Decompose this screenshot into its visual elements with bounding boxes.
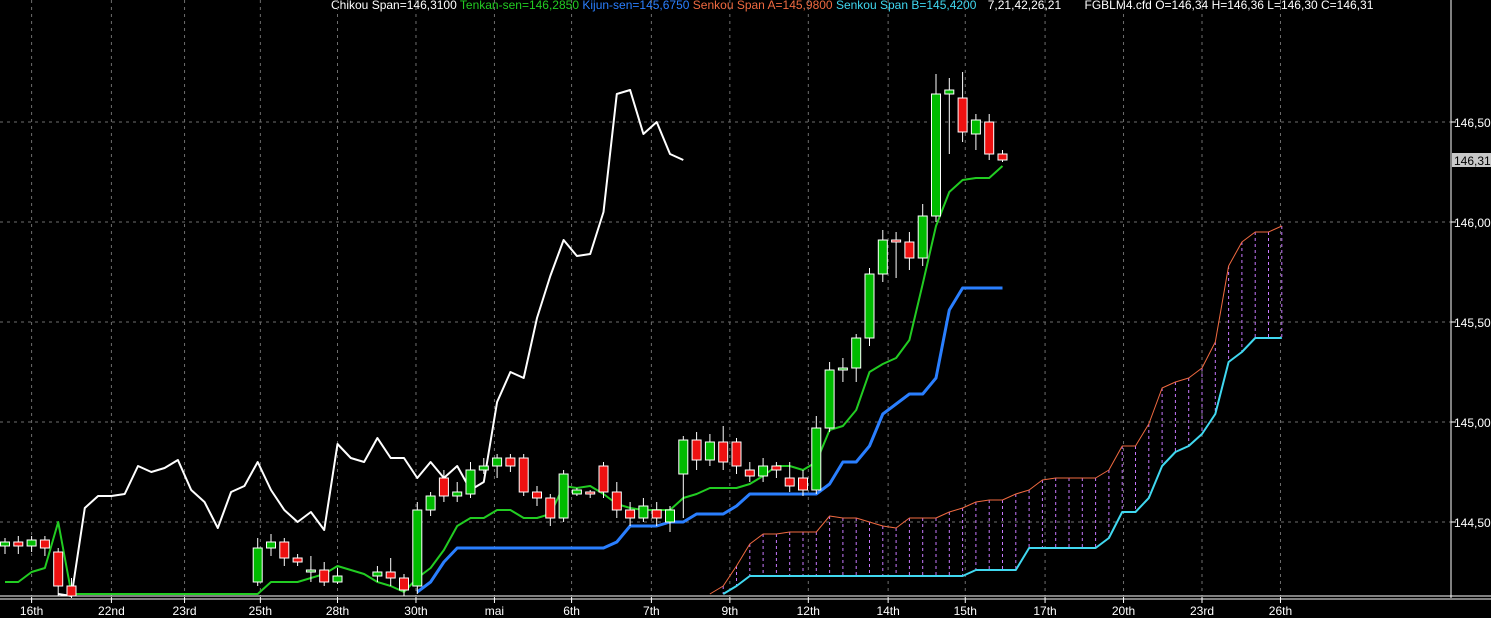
candle-up (372, 571, 383, 577)
x-tick-label: 16th (20, 604, 43, 618)
candle-up (665, 509, 675, 523)
x-tick-label: 30th (404, 604, 427, 618)
x-tick-label: 17th (1033, 604, 1056, 618)
candle-down (545, 497, 556, 519)
x-tick-label: 6th (563, 604, 580, 618)
candle-up (678, 439, 689, 475)
candle-down (731, 441, 742, 467)
x-tick-label: 28th (326, 604, 349, 618)
candle-down (279, 541, 290, 559)
x-tick-label: 20th (1112, 604, 1135, 618)
y-tick-label: 146,50 (1454, 116, 1491, 130)
candle-down (611, 491, 622, 511)
candle-down (532, 491, 542, 499)
candle-up (864, 273, 875, 339)
candle-down (399, 577, 409, 591)
candle-up (970, 119, 981, 135)
x-tick-label: 26th (1269, 604, 1292, 618)
candle-down (598, 465, 609, 493)
candle-up (492, 457, 503, 467)
candle-up (558, 473, 569, 519)
grid-lines (0, 0, 1451, 596)
candle-up (704, 441, 715, 461)
x-tick-label: 14th (876, 604, 899, 618)
candle-up (877, 239, 888, 275)
candle-up (758, 465, 769, 477)
x-tick-label: 25th (249, 604, 272, 618)
candle-up (452, 491, 463, 497)
y-tick-label: 146,00 (1454, 216, 1491, 230)
candle-down (625, 509, 636, 519)
candle-up (824, 369, 835, 429)
candle-up (931, 93, 941, 217)
senkou-span-a-line (709, 225, 1283, 595)
candle-down (691, 439, 702, 461)
candle-down (718, 441, 729, 463)
candle-down (319, 569, 330, 583)
candle-down (518, 457, 529, 493)
candle-up (26, 539, 37, 547)
candle-up (851, 337, 862, 369)
x-tick-label: 7th (643, 604, 660, 618)
candle-down (505, 457, 516, 467)
candle-up (571, 489, 582, 495)
candle-up (638, 505, 649, 519)
candle-down (66, 585, 77, 597)
candle-up (252, 547, 263, 583)
candle-up (425, 495, 436, 511)
x-tick-label: 9th (722, 604, 739, 618)
candle-up (266, 541, 276, 549)
candle-up (917, 215, 928, 259)
candle-up (478, 465, 489, 471)
x-tick-label: 23rd (173, 604, 197, 618)
x-tick-label: 22nd (98, 604, 125, 618)
candle-down (798, 477, 808, 491)
candle-down (744, 469, 755, 477)
candle-down (957, 97, 968, 133)
candle-up (0, 541, 10, 547)
candle-down (997, 153, 1008, 161)
candle-up (332, 575, 343, 583)
y-tick-label: 144,50 (1454, 516, 1491, 530)
candle-down (984, 121, 995, 155)
candle-down (784, 477, 795, 487)
candle-down (438, 477, 449, 497)
candle-up (412, 509, 423, 587)
candle-up (305, 569, 316, 573)
candle-down (771, 465, 782, 471)
candle-up (944, 89, 955, 95)
candle-down (39, 539, 50, 549)
axes: 144,50 145,00 145,50 146,00 146,50 16th 22nd 23… (0, 0, 1491, 618)
candle-up (837, 367, 848, 371)
candle-down (292, 557, 303, 563)
candle-down (53, 551, 64, 587)
chikou-span-line (58, 89, 684, 597)
candle-down (904, 241, 915, 259)
candle-down (385, 571, 396, 579)
last-price-label: 146,31 (1454, 154, 1491, 168)
candle-down (585, 491, 596, 495)
x-tick-label: mai (485, 604, 504, 618)
y-tick-label: 145,00 (1454, 416, 1491, 430)
candle-up (811, 427, 822, 491)
x-tick-label: 23rd (1190, 604, 1214, 618)
y-tick-label: 145,50 (1454, 316, 1491, 330)
ichimoku-candlestick-chart: 144,50 145,00 145,50 146,00 146,50 16th 22nd 23… (0, 0, 1491, 618)
tenkan-sen-line (5, 165, 1004, 595)
x-tick-label: 12th (797, 604, 820, 618)
candle-up (465, 469, 476, 495)
kumo-cloud-hatch (722, 226, 1283, 594)
candle-down (891, 239, 902, 243)
candle-down (651, 509, 662, 519)
x-tick-label: 15th (954, 604, 977, 618)
candle-down (13, 541, 24, 547)
